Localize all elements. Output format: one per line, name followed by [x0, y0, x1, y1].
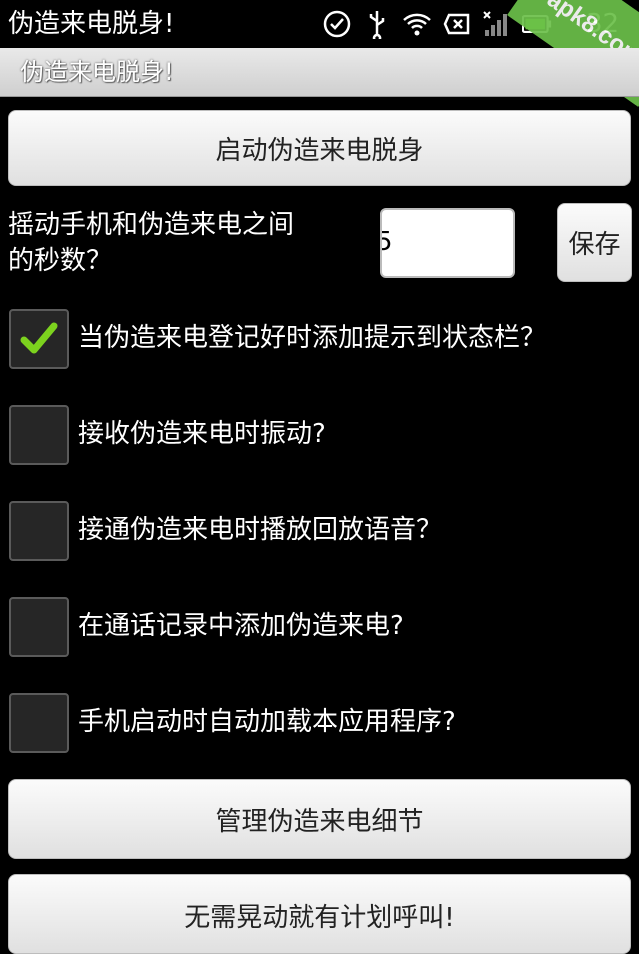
checkbox-playback-voice[interactable] — [9, 501, 69, 561]
seconds-input[interactable]: 5 — [380, 208, 515, 278]
scheduled-call-button[interactable]: 无需晃动就有计划呼叫! — [8, 874, 631, 954]
checkbox-autostart[interactable] — [9, 693, 69, 753]
usb-icon — [362, 9, 392, 39]
title-bar: 伪造来电脱身! — [0, 48, 639, 97]
checkbox-vibrate[interactable] — [9, 405, 69, 465]
page-title: 伪造来电脱身! — [20, 58, 174, 86]
option-label-statusbar-hint: 当伪造来电登记好时添加提示到状态栏？ — [78, 323, 547, 353]
manage-fake-call-button[interactable]: 管理伪造来电细节 — [8, 779, 631, 859]
seconds-value: 5 — [382, 227, 393, 257]
shake-seconds-label-line2: 的秒数？ — [8, 246, 113, 276]
check-circle-icon — [322, 9, 352, 39]
shake-seconds-label-line1: 摇动手机和伪造来电之间 — [8, 210, 295, 240]
notification-x-icon — [442, 9, 472, 39]
status-app-title: 伪造来电脱身! — [8, 9, 175, 39]
checkbox-statusbar-hint[interactable] — [9, 309, 69, 369]
save-button[interactable]: 保存 — [557, 203, 632, 282]
wifi-icon — [402, 9, 432, 39]
checkbox-call-log[interactable] — [9, 597, 69, 657]
option-label-call-log: 在通话记录中添加伪造来电? — [78, 611, 404, 641]
option-label-autostart: 手机启动时自动加载本应用程序? — [78, 707, 456, 737]
option-label-playback-voice: 接通伪造来电时播放回放语音？ — [78, 515, 443, 545]
check-icon — [20, 322, 58, 354]
start-fake-call-button[interactable]: 启动伪造来电脱身 — [8, 110, 631, 186]
option-label-vibrate: 接收伪造来电时振动? — [78, 419, 326, 449]
